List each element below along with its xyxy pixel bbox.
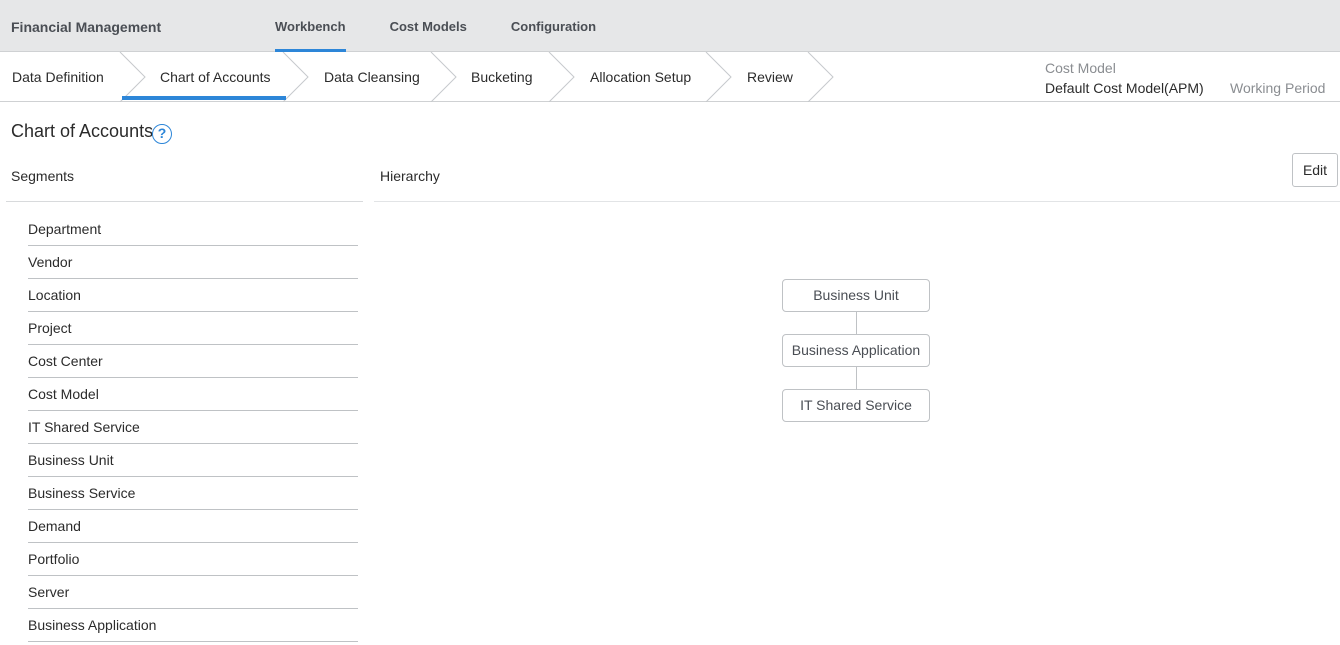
chevron-right-icon — [705, 52, 732, 102]
segment-list: Department Vendor Location Project Cost … — [28, 213, 358, 642]
chevron-right-icon — [807, 52, 834, 102]
segment-item[interactable]: Cost Model — [28, 378, 358, 411]
step-bucketing[interactable]: Bucketing — [471, 69, 532, 85]
app-title: Financial Management — [11, 19, 162, 35]
segment-item[interactable]: Cost Center — [28, 345, 358, 378]
step-data-cleansing[interactable]: Data Cleansing — [324, 69, 420, 85]
segment-item[interactable]: Business Application — [28, 609, 358, 642]
hierarchy-node-business-application[interactable]: Business Application — [782, 334, 930, 367]
step-data-definition[interactable]: Data Definition — [12, 69, 104, 85]
tab-configuration[interactable]: Configuration — [511, 0, 596, 52]
chevron-right-icon — [119, 52, 146, 102]
top-navigation: Workbench Cost Models Configuration — [275, 0, 640, 52]
step-separators — [119, 52, 834, 102]
step-review[interactable]: Review — [747, 69, 793, 85]
segment-item[interactable]: Department — [28, 213, 358, 246]
step-bar: Data Definition Chart of Accounts Data C… — [0, 52, 1340, 102]
working-period-label[interactable]: Working Period — [1230, 80, 1325, 96]
segment-item[interactable]: Business Service — [28, 477, 358, 510]
hierarchy-heading: Hierarchy — [380, 168, 440, 184]
segment-item[interactable]: Project — [28, 312, 358, 345]
tab-cost-models[interactable]: Cost Models — [390, 0, 467, 52]
top-header: Financial Management Workbench Cost Mode… — [0, 0, 1340, 52]
segment-item[interactable]: Vendor — [28, 246, 358, 279]
help-circle-icon[interactable]: ? — [152, 124, 172, 144]
step-chart-of-accounts[interactable]: Chart of Accounts — [160, 69, 271, 85]
segment-item[interactable]: Portfolio — [28, 543, 358, 576]
hierarchy-node-it-shared-service[interactable]: IT Shared Service — [782, 389, 930, 422]
hierarchy-divider — [374, 201, 1340, 202]
segments-heading: Segments — [11, 168, 75, 184]
chevron-right-icon — [430, 52, 457, 102]
page-title: Chart of Accounts — [11, 121, 154, 141]
edit-button[interactable]: Edit — [1292, 153, 1338, 187]
segment-item[interactable]: Location — [28, 279, 358, 312]
active-step-indicator — [122, 96, 286, 100]
hierarchy-connector — [856, 367, 857, 389]
segment-item[interactable]: Server — [28, 576, 358, 609]
hierarchy-connector — [856, 312, 857, 334]
hierarchy-node-business-unit[interactable]: Business Unit — [782, 279, 930, 312]
step-allocation-setup[interactable]: Allocation Setup — [590, 69, 691, 85]
segment-item[interactable]: Demand — [28, 510, 358, 543]
cost-model-label: Cost Model — [1045, 60, 1116, 76]
segment-item[interactable]: IT Shared Service — [28, 411, 358, 444]
chevron-right-icon — [548, 52, 575, 102]
cost-model-value[interactable]: Default Cost Model(APM) — [1045, 80, 1204, 96]
chevron-right-icon — [282, 52, 309, 102]
segments-divider — [6, 201, 363, 202]
segment-item[interactable]: Business Unit — [28, 444, 358, 477]
tab-workbench[interactable]: Workbench — [275, 0, 346, 52]
